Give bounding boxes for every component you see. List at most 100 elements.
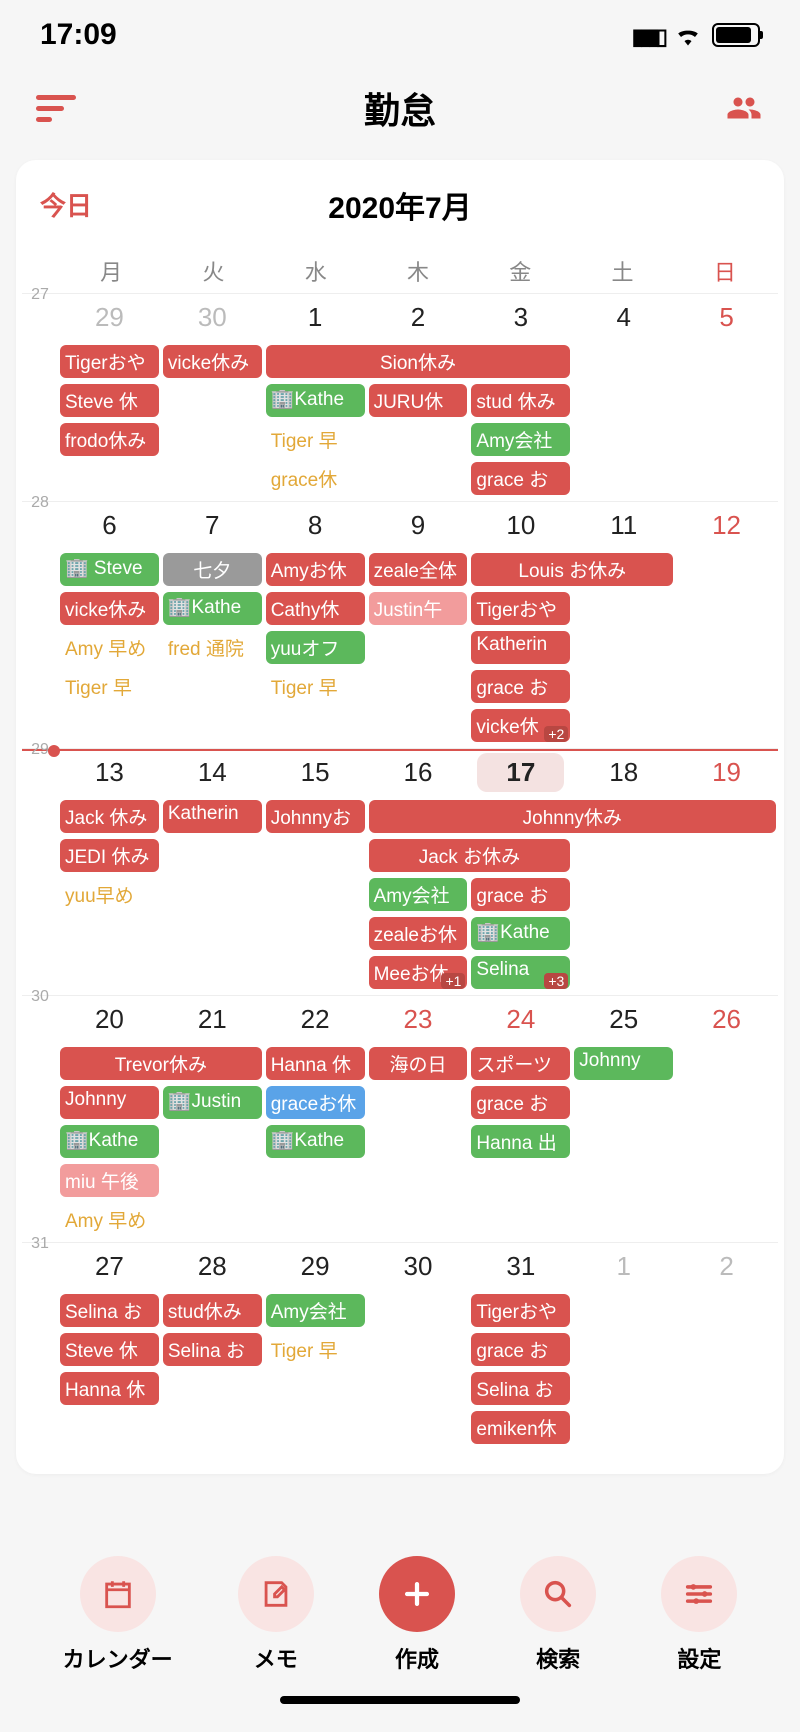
day-cell[interactable]: 20 [58,996,161,1047]
event-chip[interactable]: vicke休み [163,345,262,378]
event-chip[interactable]: grace お [471,878,570,911]
event-chip[interactable]: grace お [471,1333,570,1366]
event-chip[interactable]: Steve 休 [60,1333,159,1366]
event-chip[interactable]: Tiger 早 [266,1333,365,1366]
day-cell[interactable]: 27 [58,1243,161,1294]
event-chip[interactable]: Selina お [60,1294,159,1327]
today-button[interactable]: 今日 [40,186,92,223]
event-chip[interactable]: stud休み [163,1294,262,1327]
event-chip[interactable]: vicke休+2 [471,709,570,742]
month-title[interactable]: 2020年7月 [328,183,471,227]
day-cell[interactable]: 17 [469,749,572,800]
event-chip[interactable]: Meeお休+1 [369,956,468,989]
event-chip[interactable]: 🏢 Steve [60,553,159,586]
nav-search[interactable]: 検索 [520,1556,596,1674]
event-chip[interactable]: grace お [471,670,570,703]
event-chip[interactable]: 海の日 [369,1047,468,1080]
event-chip[interactable]: Jack お休み [369,839,571,872]
day-cell[interactable]: 1 [264,294,367,345]
day-cell[interactable]: 11 [572,502,675,553]
more-badge[interactable]: +2 [544,726,568,742]
event-chip[interactable]: Sion休み [266,345,571,378]
event-chip[interactable]: Tiger 早 [60,670,159,703]
event-chip[interactable]: 🏢Kathe [60,1125,159,1158]
nav-plus[interactable]: 作成 [379,1556,455,1674]
event-chip[interactable]: yuu早め [60,878,159,911]
event-chip[interactable]: Tigerおや [60,345,159,378]
day-cell[interactable]: 29 [58,294,161,345]
event-chip[interactable]: Amy 早め [60,631,159,664]
day-cell[interactable]: 21 [161,996,264,1047]
event-chip[interactable]: Selina お [471,1372,570,1405]
event-chip[interactable]: Tiger 早 [266,423,365,456]
nav-calendar[interactable]: カレンダー [63,1556,173,1674]
day-cell[interactable]: 28 [161,1243,264,1294]
event-chip[interactable]: 七夕 [163,553,262,586]
day-cell[interactable]: 8 [264,502,367,553]
day-cell[interactable]: 24 [469,996,572,1047]
event-chip[interactable]: Johnnyお [266,800,365,833]
event-chip[interactable]: Amy会社 [471,423,570,456]
day-cell[interactable]: 16 [367,749,470,800]
day-cell[interactable]: 18 [572,749,675,800]
event-chip[interactable]: Katherin [471,631,570,664]
people-icon[interactable] [724,90,764,126]
day-cell[interactable]: 30 [367,1243,470,1294]
event-chip[interactable]: Johnny [574,1047,673,1080]
event-chip[interactable]: Hanna 出 [471,1125,570,1158]
day-cell[interactable]: 25 [572,996,675,1047]
day-cell[interactable]: 2 [675,1243,778,1294]
event-chip[interactable]: Amy会社 [369,878,468,911]
event-chip[interactable]: stud 休み [471,384,570,417]
event-chip[interactable]: fred 通院 [163,631,262,664]
day-cell[interactable]: 15 [264,749,367,800]
day-cell[interactable]: 1 [572,1243,675,1294]
event-chip[interactable]: Jack 休み [60,800,159,833]
event-chip[interactable]: Hanna 休 [266,1047,365,1080]
event-chip[interactable]: Johnny休み [369,800,776,833]
day-cell[interactable]: 13 [58,749,161,800]
event-chip[interactable]: Justin午 [369,592,468,625]
event-chip[interactable]: miu 午後 [60,1164,159,1197]
day-cell[interactable]: 14 [161,749,264,800]
event-chip[interactable]: Steve 休 [60,384,159,417]
event-chip[interactable]: Tigerおや [471,1294,570,1327]
event-chip[interactable]: grace休 [266,462,365,495]
day-cell[interactable]: 2 [367,294,470,345]
event-chip[interactable]: Selina お [163,1333,262,1366]
event-chip[interactable]: Tigerおや [471,592,570,625]
day-cell[interactable]: 22 [264,996,367,1047]
event-chip[interactable]: emiken休 [471,1411,570,1444]
day-cell[interactable]: 12 [675,502,778,553]
day-cell[interactable]: 6 [58,502,161,553]
event-chip[interactable]: JEDI 休み [60,839,159,872]
menu-icon[interactable] [36,95,76,122]
day-cell[interactable]: 26 [675,996,778,1047]
event-chip[interactable]: 🏢Kathe [266,384,365,417]
day-cell[interactable]: 30 [161,294,264,345]
day-cell[interactable]: 29 [264,1243,367,1294]
day-cell[interactable]: 3 [469,294,572,345]
event-chip[interactable]: Amy 早め [60,1203,159,1236]
day-cell[interactable]: 4 [572,294,675,345]
event-chip[interactable]: 🏢Justin [163,1086,262,1119]
event-chip[interactable]: 🏢Kathe [163,592,262,625]
event-chip[interactable]: grace お [471,1086,570,1119]
event-chip[interactable]: Hanna 休 [60,1372,159,1405]
nav-settings[interactable]: 設定 [661,1556,737,1674]
day-cell[interactable]: 10 [469,502,572,553]
day-cell[interactable]: 23 [367,996,470,1047]
day-cell[interactable]: 5 [675,294,778,345]
event-chip[interactable]: Johnny [60,1086,159,1119]
event-chip[interactable]: grace お [471,462,570,495]
event-chip[interactable]: JURU休 [369,384,468,417]
event-chip[interactable]: Louis お休み [471,553,673,586]
nav-memo[interactable]: メモ [238,1556,314,1674]
event-chip[interactable]: graceお休 [266,1086,365,1119]
event-chip[interactable]: yuuオフ [266,631,365,664]
day-cell[interactable]: 9 [367,502,470,553]
event-chip[interactable]: Amyお休 [266,553,365,586]
event-chip[interactable]: zealeお休 [369,917,468,950]
event-chip[interactable]: Trevor休み [60,1047,262,1080]
event-chip[interactable]: Selina +3 [471,956,570,989]
